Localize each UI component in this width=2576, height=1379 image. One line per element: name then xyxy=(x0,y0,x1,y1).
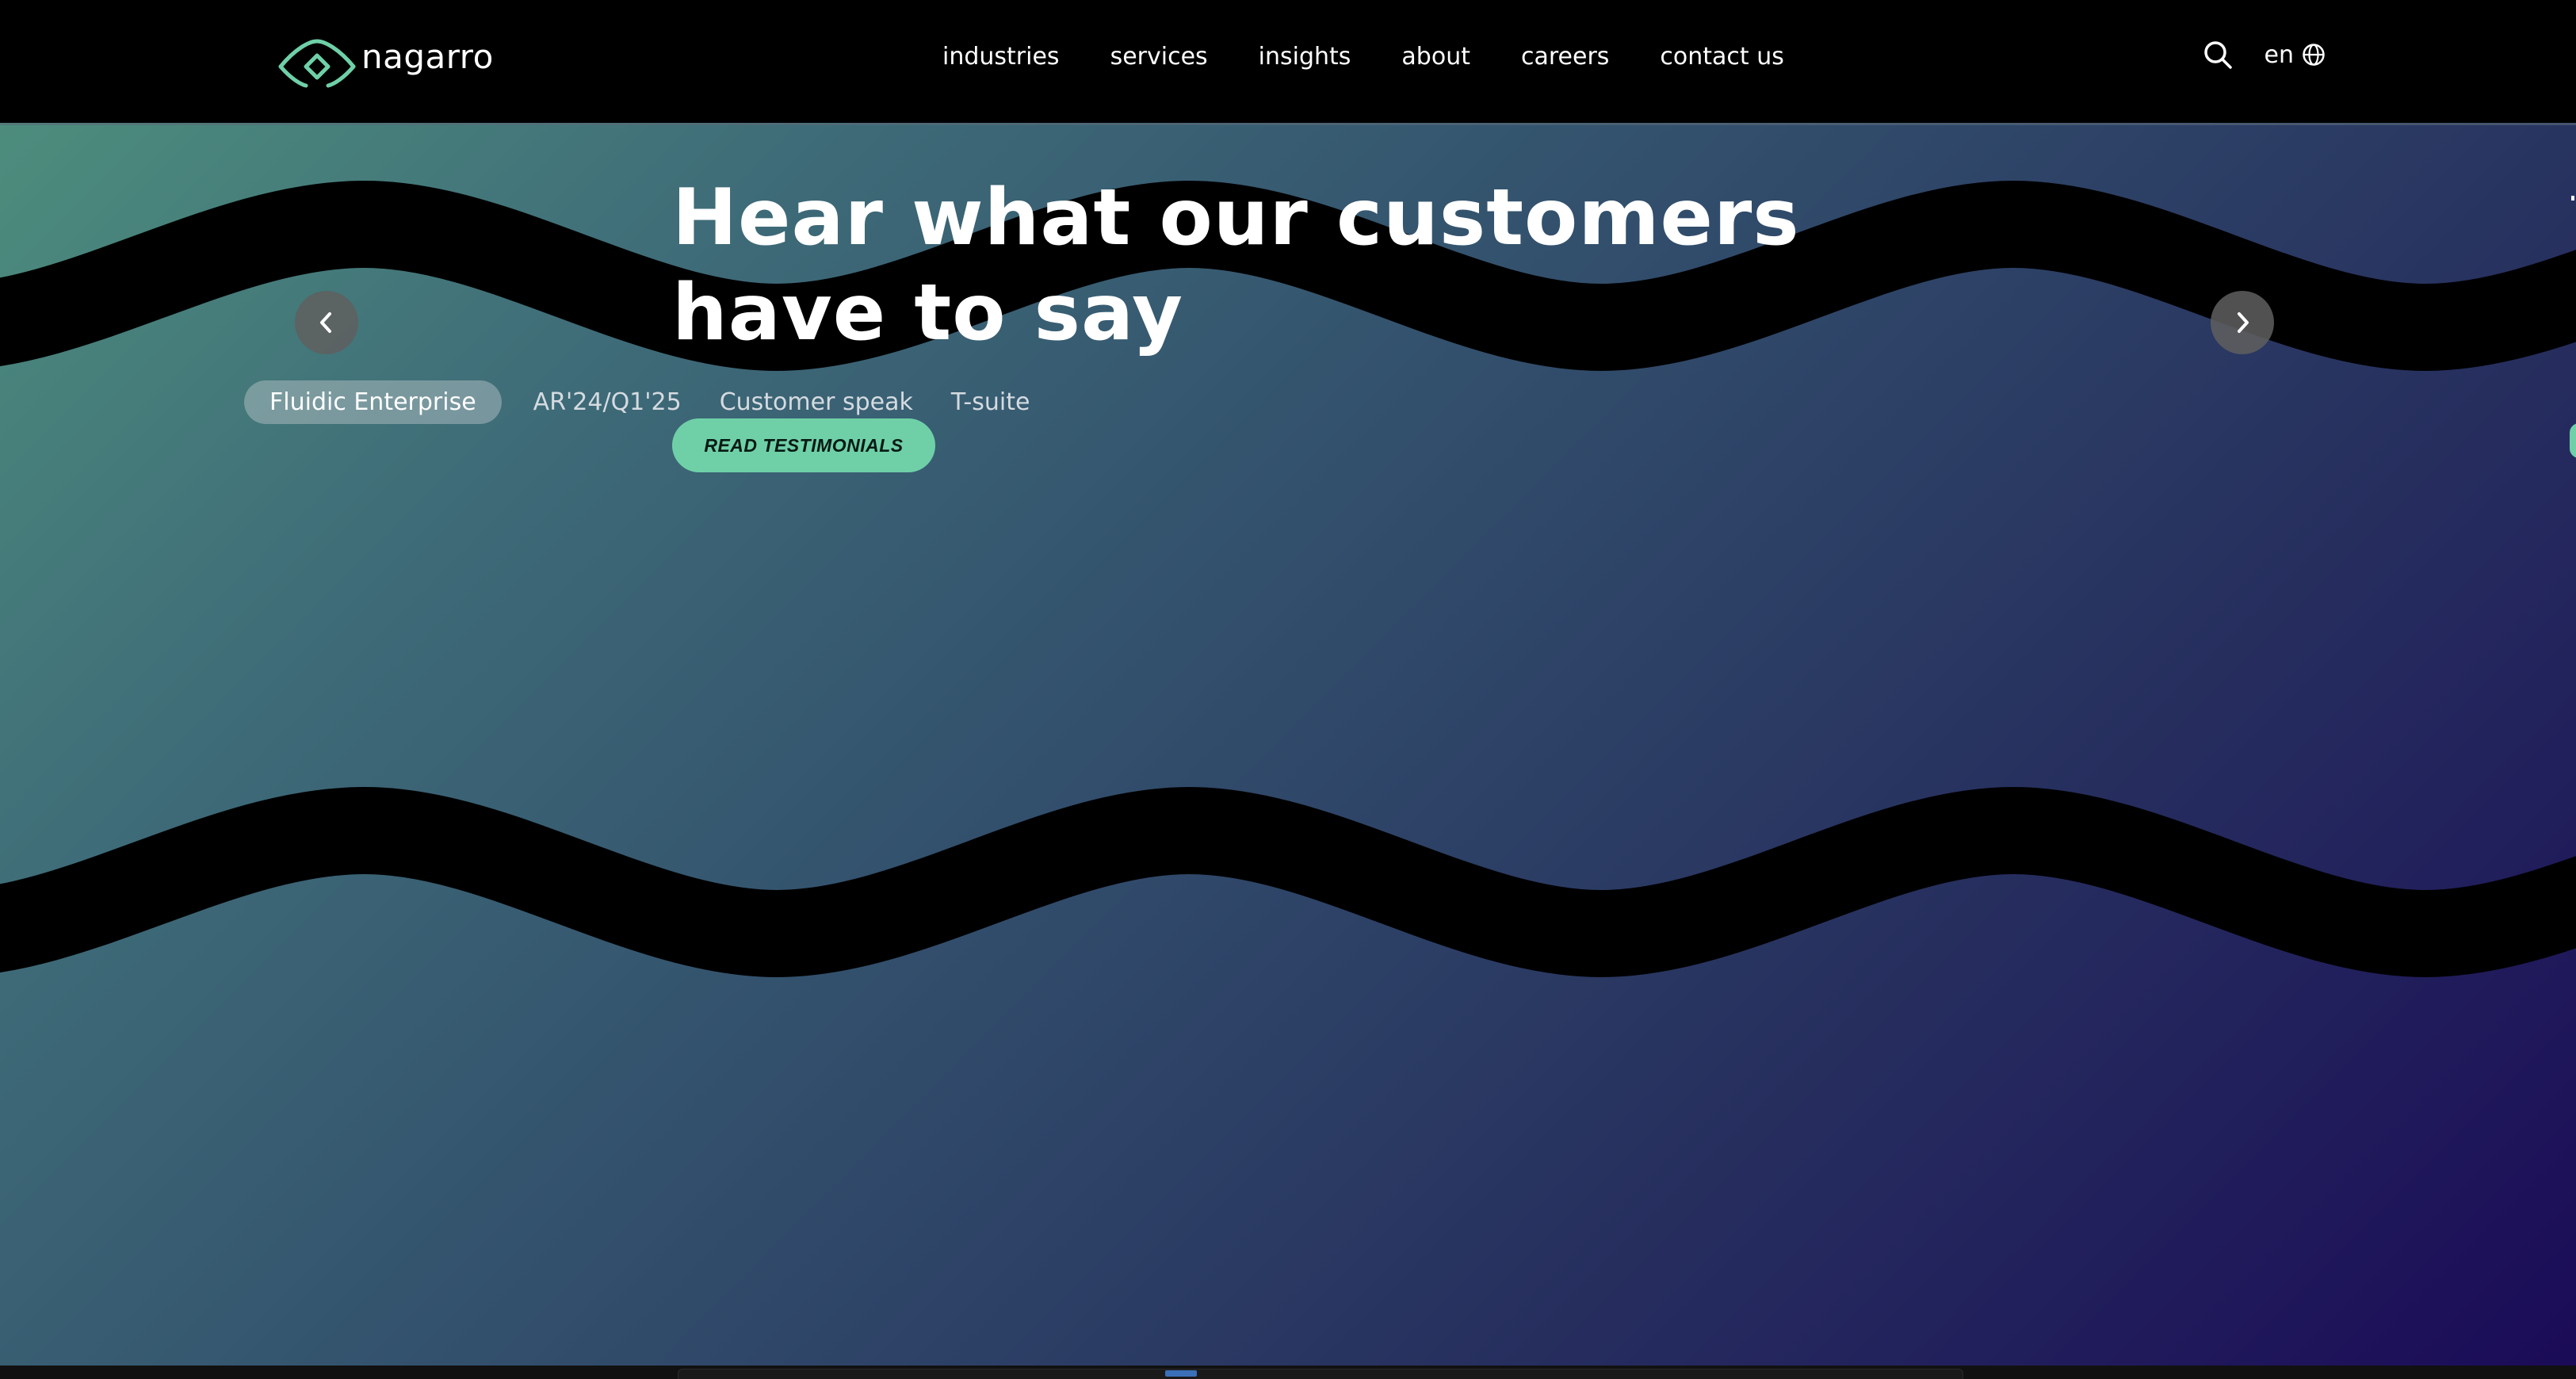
nav-item-insights[interactable]: insights xyxy=(1259,43,1351,71)
globe-icon xyxy=(2303,44,2325,66)
diamond-eye-logo-icon xyxy=(278,39,356,88)
site-header: nagarro industries services insights abo… xyxy=(0,0,2576,123)
bottom-strip xyxy=(0,1366,2576,1379)
tab-customer-speak[interactable]: Customer speak xyxy=(713,380,919,424)
tab-ar24-q125[interactable]: AR'24/Q1'25 xyxy=(527,380,688,424)
carousel-tabs: Fluidic Enterprise AR'24/Q1'25 Customer … xyxy=(244,380,1036,424)
header-divider xyxy=(0,123,2576,125)
search-button[interactable] xyxy=(2203,40,2233,70)
header-tools: en xyxy=(2203,40,2326,70)
nav-item-careers[interactable]: careers xyxy=(1521,43,1609,71)
page: nagarro industries services insights abo… xyxy=(0,0,2576,1379)
side-tab-handle[interactable] xyxy=(2570,423,2576,458)
bottom-panel-edge xyxy=(678,1369,1963,1379)
main-nav: industries services insights about caree… xyxy=(942,43,1784,71)
carousel-prev-button[interactable] xyxy=(295,291,358,354)
wave-bottom xyxy=(0,786,2576,978)
carousel-next-button[interactable] xyxy=(2211,291,2274,354)
nav-item-services[interactable]: services xyxy=(1110,43,1208,71)
bottom-indicator xyxy=(1165,1370,1197,1377)
nav-item-industries[interactable]: industries xyxy=(942,43,1060,71)
language-label: en xyxy=(2264,40,2294,69)
hero-section: Hear what our customers have to say Flui… xyxy=(0,123,2576,1366)
search-icon xyxy=(2203,41,2232,69)
language-selector[interactable]: en xyxy=(2265,41,2326,69)
edge-mark xyxy=(2571,196,2574,201)
nav-item-about[interactable]: about xyxy=(1401,43,1470,71)
chevron-right-icon xyxy=(2238,312,2249,333)
brand-name: nagarro xyxy=(361,36,494,76)
brand-logo[interactable]: nagarro xyxy=(277,35,494,92)
nav-item-contact-us[interactable]: contact us xyxy=(1660,43,1783,71)
read-testimonials-button[interactable]: READ TESTIMONIALS xyxy=(672,418,935,472)
hero-headline: Hear what our customers have to say xyxy=(672,173,1800,358)
tab-t-suite[interactable]: T-suite xyxy=(945,380,1037,424)
chevron-left-icon xyxy=(320,312,331,333)
tab-fluidic-enterprise[interactable]: Fluidic Enterprise xyxy=(244,380,502,424)
